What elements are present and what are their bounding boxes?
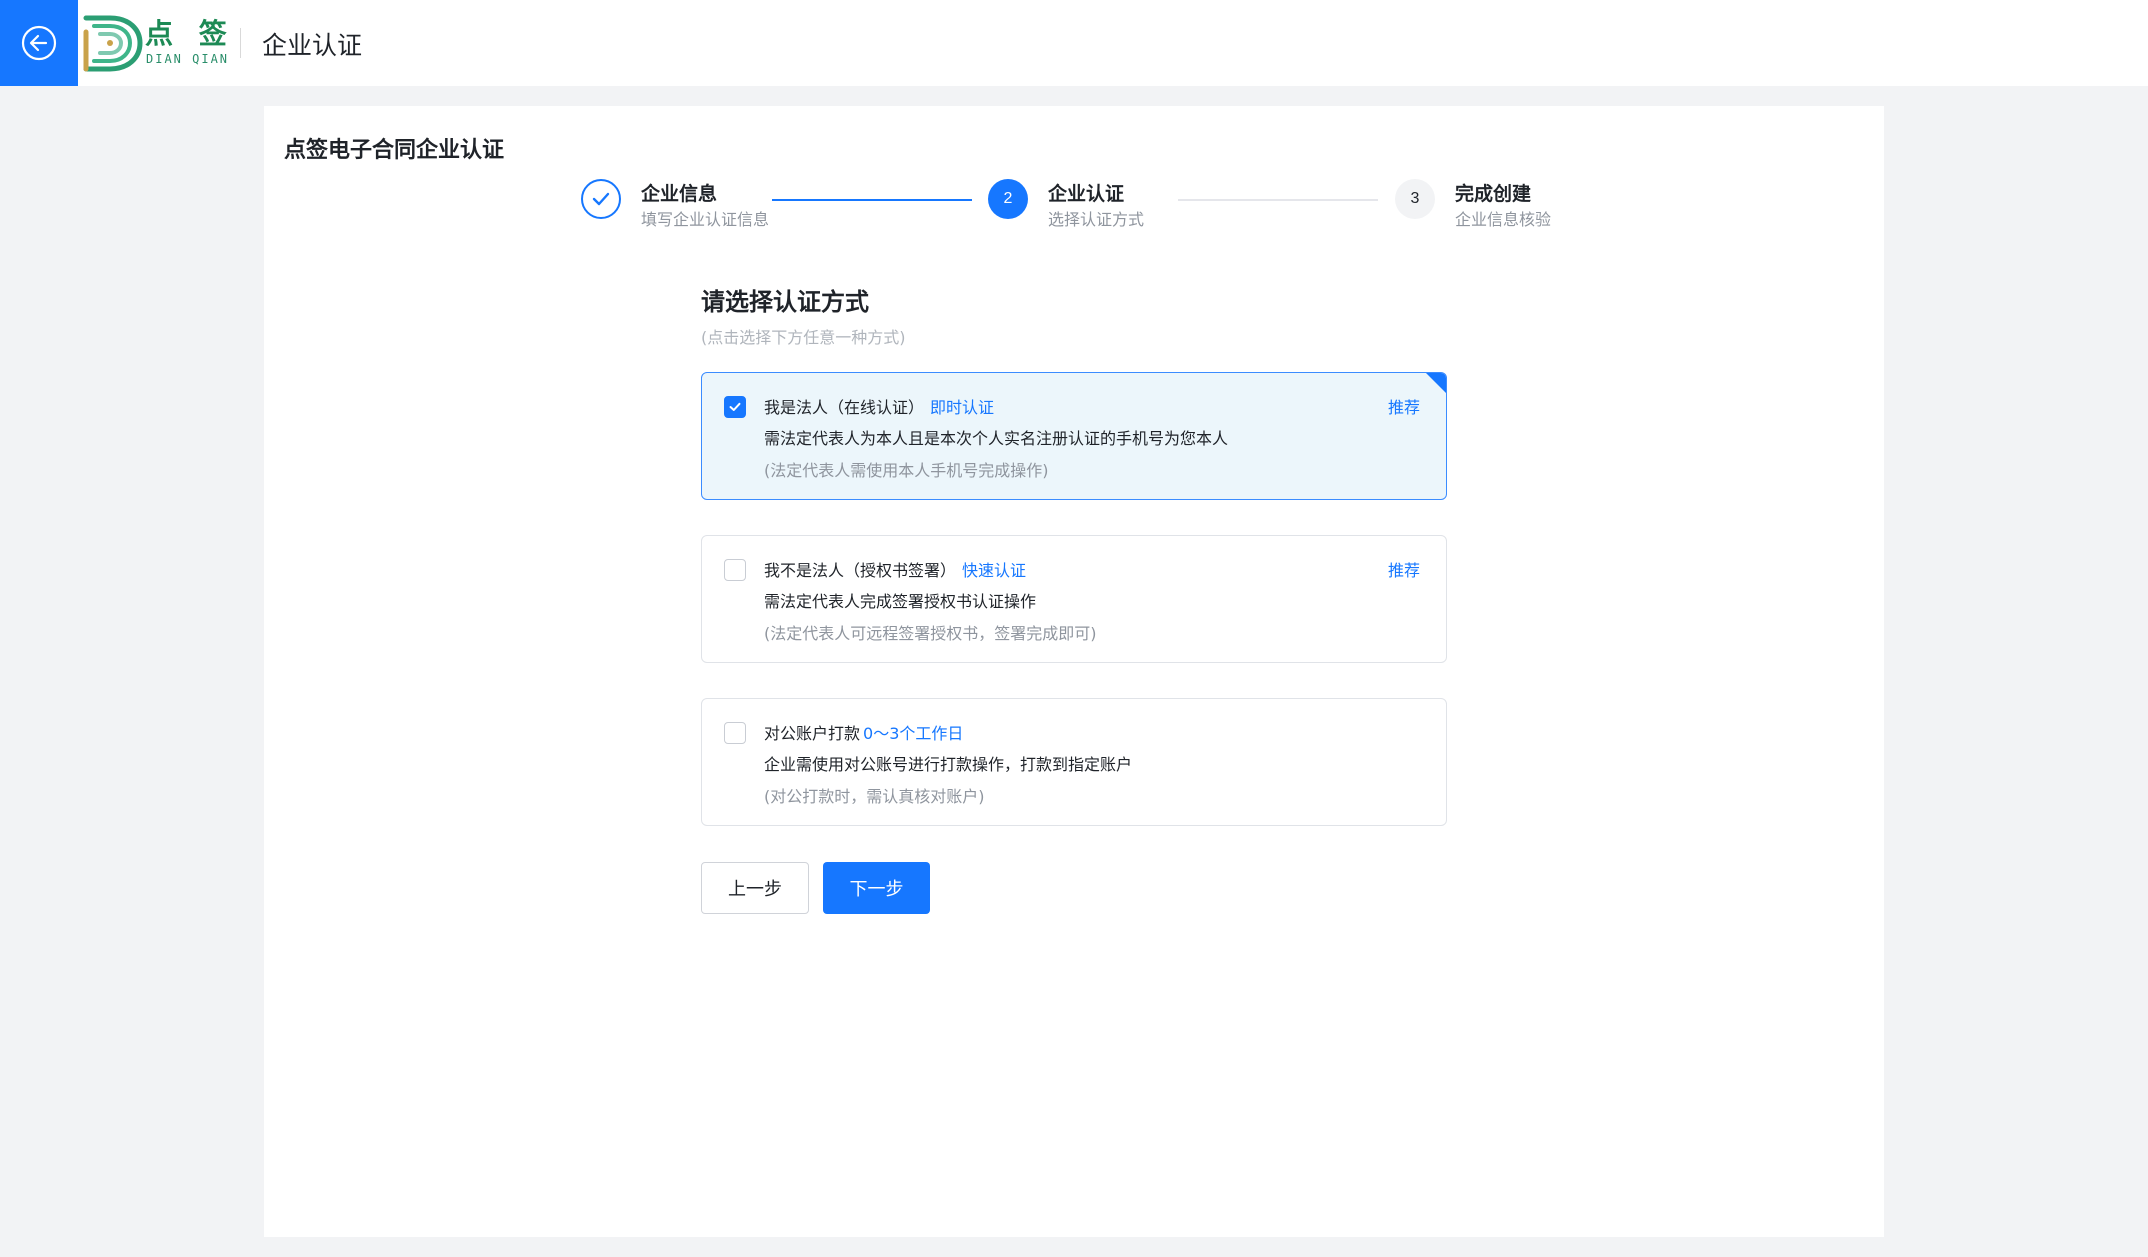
section-title: 请选择认证方式 [701,288,869,316]
top-bar: 点 签 DIAN QIAN 企业认证 [0,0,2148,86]
option-2-checkbox[interactable] [724,559,746,581]
option-3-checkbox[interactable] [724,722,746,744]
main-card: 点签电子合同企业认证 企业信息 填写企业认证信息 2 企业认证 选择认证方式 3… [264,106,1884,1237]
back-arrow-icon [21,25,57,61]
option-2-desc: 需法定代表人完成签署授权书认证操作 [764,592,1037,611]
option-1-note: (法定代表人需使用本人手机号完成操作) [764,461,1049,480]
option-2-heading: 我不是法人（授权书签署） 快速认证 [764,557,1026,581]
step-2-title: 企业认证 [1048,183,1125,205]
option-2-note: (法定代表人可远程签署授权书，签署完成即可) [764,624,1097,643]
check-icon [592,192,610,206]
step-1-connector [772,199,972,201]
previous-step-button[interactable]: 上一步 [701,862,809,914]
option-3-note: (对公打款时，需认真核对账户) [764,787,985,806]
option-1-recommend-badge: 推荐 [1387,398,1420,417]
header-divider [240,28,241,58]
option-2-label: 我不是法人（授权书签署） [764,561,957,580]
checkmark-icon [729,402,741,411]
step-3-indicator: 3 [1395,179,1435,219]
step-2-indicator: 2 [988,179,1028,219]
option-1-tag: 即时认证 [930,398,995,417]
card-title: 点签电子合同企业认证 [284,138,505,163]
option-1-checkbox[interactable] [724,396,746,418]
option-1-label: 我是法人（在线认证） [764,398,925,417]
option-authorization-letter[interactable]: 我不是法人（授权书签署） 快速认证 需法定代表人完成签署授权书认证操作 (法定代表… [701,535,1447,663]
option-1-desc: 需法定代表人为本人且是本次个人实名注册认证的手机号为您本人 [764,429,1229,448]
step-2-desc: 选择认证方式 [1048,210,1145,229]
step-3-title: 完成创建 [1455,183,1532,205]
option-3-heading: 对公账户打款 0～3个工作日 [764,720,963,744]
section-hint: (点击选择下方任意一种方式) [701,328,906,347]
option-3-tag: 0～3个工作日 [863,724,964,743]
logo-subtitle: DIAN QIAN [146,52,230,66]
step-2-connector [1178,199,1378,201]
option-3-desc: 企业需使用对公账号进行打款操作，打款到指定账户 [764,755,1133,774]
page-title: 企业认证 [262,31,363,60]
back-button[interactable] [0,0,78,86]
option-legal-representative[interactable]: 我是法人（在线认证） 即时认证 需法定代表人为本人且是本次个人实名注册认证的手机号… [701,372,1447,500]
option-corporate-transfer[interactable]: 对公账户打款 0～3个工作日 企业需使用对公账号进行打款操作，打款到指定账户 (对… [701,698,1447,826]
option-3-label: 对公账户打款 [764,724,861,743]
next-step-button[interactable]: 下一步 [823,862,930,914]
step-3-desc: 企业信息核验 [1455,210,1552,229]
step-1-desc: 填写企业认证信息 [641,210,770,229]
option-2-recommend-badge: 推荐 [1387,561,1420,580]
step-1-done-icon [581,179,621,219]
logo-name: 点 签 [145,17,235,50]
step-1-title: 企业信息 [641,183,718,205]
option-1-heading: 我是法人（在线认证） 即时认证 [764,394,994,418]
option-2-tag: 快速认证 [962,561,1027,580]
selected-corner-icon [1426,373,1446,393]
